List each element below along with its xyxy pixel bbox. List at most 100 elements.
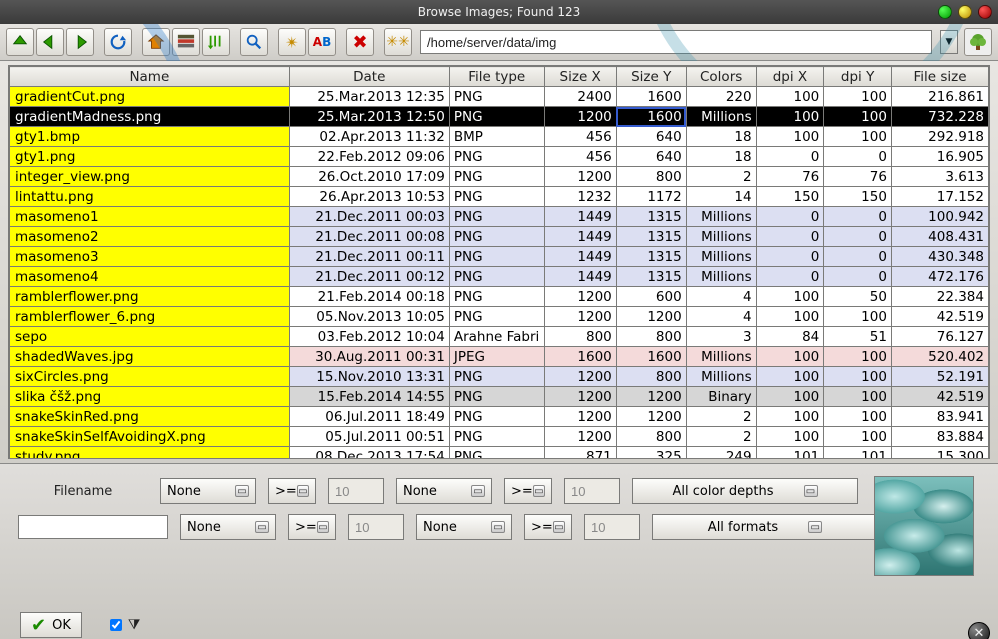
cell-dpix[interactable]: 101 (756, 447, 824, 460)
cell-dpiy[interactable]: 100 (824, 407, 892, 427)
cell-dpiy[interactable]: 51 (824, 327, 892, 347)
cell-filesize[interactable]: 83.941 (891, 407, 988, 427)
cell-dpix[interactable]: 100 (756, 307, 824, 327)
cell-dpix[interactable]: 0 (756, 147, 824, 167)
table-row[interactable]: masomeno321.Dec.2011 00:11PNG14491315Mil… (10, 247, 989, 267)
cell-filetype[interactable]: Arahne Fabri (449, 327, 544, 347)
color-depth-filter[interactable]: All color depths▭ (632, 478, 858, 504)
cell-dpiy[interactable]: 100 (824, 347, 892, 367)
cell-date[interactable]: 25.Mar.2013 12:50 (289, 107, 449, 127)
cell-dpiy[interactable]: 0 (824, 247, 892, 267)
cell-filetype[interactable]: PNG (449, 167, 544, 187)
cell-date[interactable]: 15.Nov.2010 13:31 (289, 367, 449, 387)
close-panel-button[interactable]: ✕ (968, 622, 990, 639)
cell-dpiy[interactable]: 100 (824, 427, 892, 447)
cell-date[interactable]: 08.Dec.2013 17:54 (289, 447, 449, 460)
up-button[interactable] (6, 28, 34, 56)
filter-checkbox[interactable] (110, 619, 122, 631)
cell-filetype[interactable]: PNG (449, 307, 544, 327)
cell-sizey[interactable]: 1200 (616, 307, 686, 327)
sparkle-button[interactable]: ✴ (278, 28, 306, 56)
cell-name[interactable]: shadedWaves.jpg (10, 347, 290, 367)
cell-dpiy[interactable]: 100 (824, 107, 892, 127)
cell-filesize[interactable]: 520.402 (891, 347, 988, 367)
table-row[interactable]: masomeno221.Dec.2011 00:08PNG14491315Mil… (10, 227, 989, 247)
cell-filesize[interactable]: 216.861 (891, 87, 988, 107)
col-sizex[interactable]: Size X (544, 67, 616, 87)
cell-sizex[interactable]: 1200 (544, 307, 616, 327)
cell-dpix[interactable]: 0 (756, 227, 824, 247)
cell-filesize[interactable]: 430.348 (891, 247, 988, 267)
cell-sizex[interactable]: 1200 (544, 107, 616, 127)
filter2-op[interactable]: >=▭ (504, 478, 552, 504)
cell-dpix[interactable]: 100 (756, 427, 824, 447)
cell-name[interactable]: masomeno4 (10, 267, 290, 287)
cell-sizey[interactable]: 325 (616, 447, 686, 460)
sort-button[interactable] (202, 28, 230, 56)
col-fsize[interactable]: File size (891, 67, 988, 87)
cell-filetype[interactable]: PNG (449, 107, 544, 127)
cell-sizey[interactable]: 600 (616, 287, 686, 307)
filter4-op[interactable]: >=▭ (524, 514, 572, 540)
cell-dpiy[interactable]: 100 (824, 87, 892, 107)
cell-sizey[interactable]: 1600 (616, 347, 686, 367)
cell-sizey[interactable]: 640 (616, 147, 686, 167)
table-row[interactable]: gty1.bmp02.Apr.2013 11:32BMP456640181001… (10, 127, 989, 147)
file-table[interactable]: Name Date File type Size X Size Y Colors… (9, 66, 989, 459)
cell-sizex[interactable]: 1200 (544, 167, 616, 187)
cell-date[interactable]: 02.Apr.2013 11:32 (289, 127, 449, 147)
cell-name[interactable]: masomeno3 (10, 247, 290, 267)
cell-dpiy[interactable]: 0 (824, 147, 892, 167)
cell-sizey[interactable]: 800 (616, 327, 686, 347)
cell-filesize[interactable]: 52.191 (891, 367, 988, 387)
table-row[interactable]: shadedWaves.jpg30.Aug.2011 00:31JPEG1600… (10, 347, 989, 367)
cell-date[interactable]: 21.Dec.2011 00:11 (289, 247, 449, 267)
table-row[interactable]: masomeno421.Dec.2011 00:12PNG14491315Mil… (10, 267, 989, 287)
cell-dpix[interactable]: 100 (756, 287, 824, 307)
cell-sizey[interactable]: 1200 (616, 387, 686, 407)
col-ft[interactable]: File type (449, 67, 544, 87)
cell-sizex[interactable]: 1449 (544, 227, 616, 247)
cell-name[interactable]: sixCircles.png (10, 367, 290, 387)
col-colors[interactable]: Colors (686, 67, 756, 87)
cell-dpix[interactable]: 100 (756, 387, 824, 407)
cell-sizex[interactable]: 1200 (544, 407, 616, 427)
cell-dpix[interactable]: 100 (756, 107, 824, 127)
cell-filesize[interactable]: 17.152 (891, 187, 988, 207)
table-row[interactable]: gradientMadness.png25.Mar.2013 12:50PNG1… (10, 107, 989, 127)
cell-colors[interactable]: 18 (686, 127, 756, 147)
cell-name[interactable]: lintattu.png (10, 187, 290, 207)
cell-filesize[interactable]: 83.884 (891, 427, 988, 447)
table-row[interactable]: sepo03.Feb.2012 10:04Arahne Fabri8008003… (10, 327, 989, 347)
cell-filetype[interactable]: PNG (449, 387, 544, 407)
filter3-value[interactable] (348, 514, 404, 540)
cell-dpiy[interactable]: 0 (824, 267, 892, 287)
cell-filetype[interactable]: PNG (449, 207, 544, 227)
cell-filesize[interactable]: 42.519 (891, 307, 988, 327)
filter1-field[interactable]: None▭ (160, 478, 256, 504)
cell-filetype[interactable]: PNG (449, 227, 544, 247)
cell-name[interactable]: masomeno2 (10, 227, 290, 247)
cell-date[interactable]: 30.Aug.2011 00:31 (289, 347, 449, 367)
close-window-button[interactable] (978, 5, 992, 19)
cell-colors[interactable]: 220 (686, 87, 756, 107)
cell-filetype[interactable]: PNG (449, 447, 544, 460)
cell-sizex[interactable]: 1200 (544, 427, 616, 447)
cell-colors[interactable]: Millions (686, 247, 756, 267)
filter3-op[interactable]: >=▭ (288, 514, 336, 540)
cell-filesize[interactable]: 732.228 (891, 107, 988, 127)
cell-colors[interactable]: 4 (686, 307, 756, 327)
cell-dpix[interactable]: 100 (756, 407, 824, 427)
table-row[interactable]: snakeSkinRed.png06.Jul.2011 18:49PNG1200… (10, 407, 989, 427)
table-row[interactable]: ramblerflower.png21.Feb.2014 00:18PNG120… (10, 287, 989, 307)
cell-filetype[interactable]: PNG (449, 287, 544, 307)
cell-dpix[interactable]: 0 (756, 267, 824, 287)
path-dropdown[interactable]: ▼ (940, 30, 958, 54)
cell-filesize[interactable]: 76.127 (891, 327, 988, 347)
cell-filesize[interactable]: 16.905 (891, 147, 988, 167)
cell-filetype[interactable]: PNG (449, 367, 544, 387)
cell-date[interactable]: 05.Jul.2011 00:51 (289, 427, 449, 447)
cell-sizey[interactable]: 1200 (616, 407, 686, 427)
cell-sizey[interactable]: 800 (616, 367, 686, 387)
col-dpiy[interactable]: dpi Y (824, 67, 892, 87)
